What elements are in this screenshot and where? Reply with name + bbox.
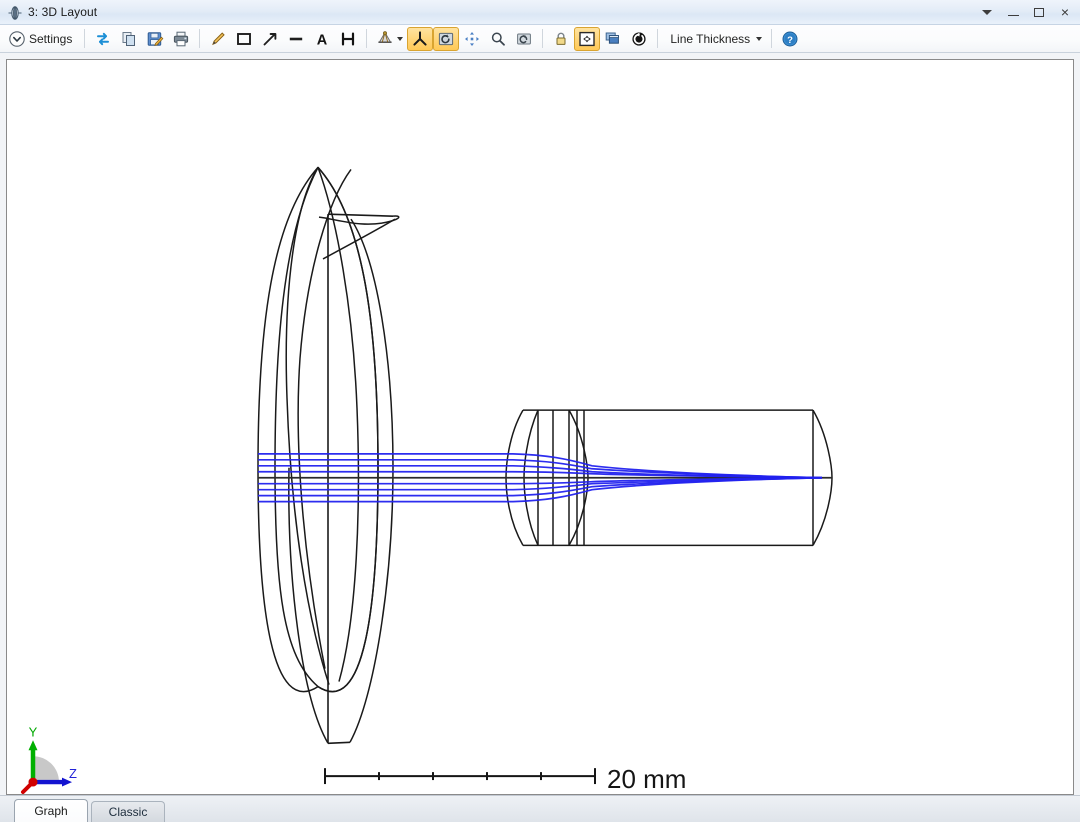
lock-button[interactable] (548, 27, 574, 51)
dimension-tool-button[interactable] (335, 27, 361, 51)
layout-3d-canvas[interactable]: Y Z (6, 59, 1074, 795)
close-button[interactable]: × (1052, 0, 1078, 24)
rays-button[interactable] (372, 27, 407, 51)
pencil-tool-button[interactable] (205, 27, 231, 51)
axis-tripod-icon (411, 30, 429, 48)
tab-graph[interactable]: Graph (14, 799, 88, 822)
toolbar-separator (199, 29, 200, 48)
print-icon (172, 30, 190, 48)
help-circle-icon: ? (781, 30, 799, 48)
copy-icon (120, 30, 138, 48)
settings-label: Settings (26, 32, 75, 46)
windows-button[interactable] (600, 27, 626, 51)
maximize-button[interactable] (1026, 0, 1052, 24)
lock-icon (552, 30, 570, 48)
window-controls: × (974, 0, 1078, 24)
scale-bar-label: 20 mm (607, 766, 686, 794)
tab-bar: Graph Classic (0, 795, 1080, 822)
dropdown-button[interactable] (974, 0, 1000, 24)
chevron-down-circle-icon (8, 30, 26, 48)
pan-arrows-icon (463, 30, 481, 48)
toolbar-separator (84, 29, 85, 48)
chevron-down-icon (397, 37, 403, 41)
settings-button[interactable]: Settings (4, 27, 79, 51)
save-icon (146, 30, 164, 48)
refresh-icon (94, 30, 112, 48)
magnifier-icon (489, 30, 507, 48)
line-icon (287, 30, 305, 48)
line-tool-button[interactable] (283, 27, 309, 51)
axis-3d-button[interactable] (407, 27, 433, 51)
zoom-button[interactable] (485, 27, 511, 51)
pan-button[interactable] (459, 27, 485, 51)
fit-to-window-icon (578, 30, 596, 48)
axis-indicator-disc (33, 756, 59, 782)
undo-view-icon (515, 30, 533, 48)
save-button[interactable] (142, 27, 168, 51)
front-lens-element (258, 167, 399, 743)
toolbar: Settings (0, 25, 1080, 53)
rotate-button[interactable] (433, 27, 459, 51)
toolbar-separator (657, 29, 658, 48)
toolbar-separator (542, 29, 543, 48)
title-bar: 3: 3D Layout × (0, 0, 1080, 25)
text-tool-button[interactable]: A (309, 27, 335, 51)
tab-classic[interactable]: Classic (91, 801, 165, 822)
help-button[interactable]: ? (777, 27, 803, 51)
reset-button[interactable] (626, 27, 652, 51)
optical-layout-drawing: Y Z (7, 60, 1073, 794)
text-a-icon: A (313, 30, 331, 48)
layout-3d-icon (7, 5, 22, 20)
undo-view-button[interactable] (511, 27, 537, 51)
axis-y-label: Y (29, 724, 38, 739)
maximize-icon (1034, 8, 1044, 17)
chevron-down-icon (756, 37, 762, 41)
minimize-icon (1008, 15, 1019, 16)
window-title: 3: 3D Layout (28, 5, 97, 19)
graph-container: Y Z (0, 53, 1080, 795)
rectangle-tool-button[interactable] (231, 27, 257, 51)
tab-classic-label: Classic (109, 805, 148, 819)
axis-z-label: Z (69, 766, 77, 781)
line-thickness-dropdown[interactable]: Line Thickness (663, 27, 766, 51)
minimize-button[interactable] (1000, 0, 1026, 24)
axis-indicator: Y Z (23, 724, 77, 792)
close-icon: × (1061, 5, 1069, 19)
rotate-view-icon (437, 30, 455, 48)
fit-button[interactable] (574, 27, 600, 51)
copy-button[interactable] (116, 27, 142, 51)
pencil-icon (209, 30, 227, 48)
arrow-tool-button[interactable] (257, 27, 283, 51)
dimension-icon (339, 30, 357, 48)
scale-bar (325, 768, 595, 784)
reset-circle-icon (630, 30, 648, 48)
svg-text:?: ? (787, 34, 793, 45)
rays-cone-icon (376, 30, 394, 48)
windows-stack-icon (604, 30, 622, 48)
arrow-icon (261, 30, 279, 48)
toolbar-separator (366, 29, 367, 48)
axis-x-line (23, 782, 33, 792)
tab-graph-label: Graph (34, 804, 67, 818)
axis-y-arrow (29, 740, 38, 750)
toolbar-separator (771, 29, 772, 48)
refresh-button[interactable] (90, 27, 116, 51)
3d-layout-window: 3: 3D Layout × Set (0, 0, 1080, 822)
svg-text:A: A (317, 32, 328, 47)
line-thickness-label: Line Thickness (667, 32, 753, 46)
rectangle-icon (235, 30, 253, 48)
caret-down-icon (982, 10, 992, 15)
print-button[interactable] (168, 27, 194, 51)
